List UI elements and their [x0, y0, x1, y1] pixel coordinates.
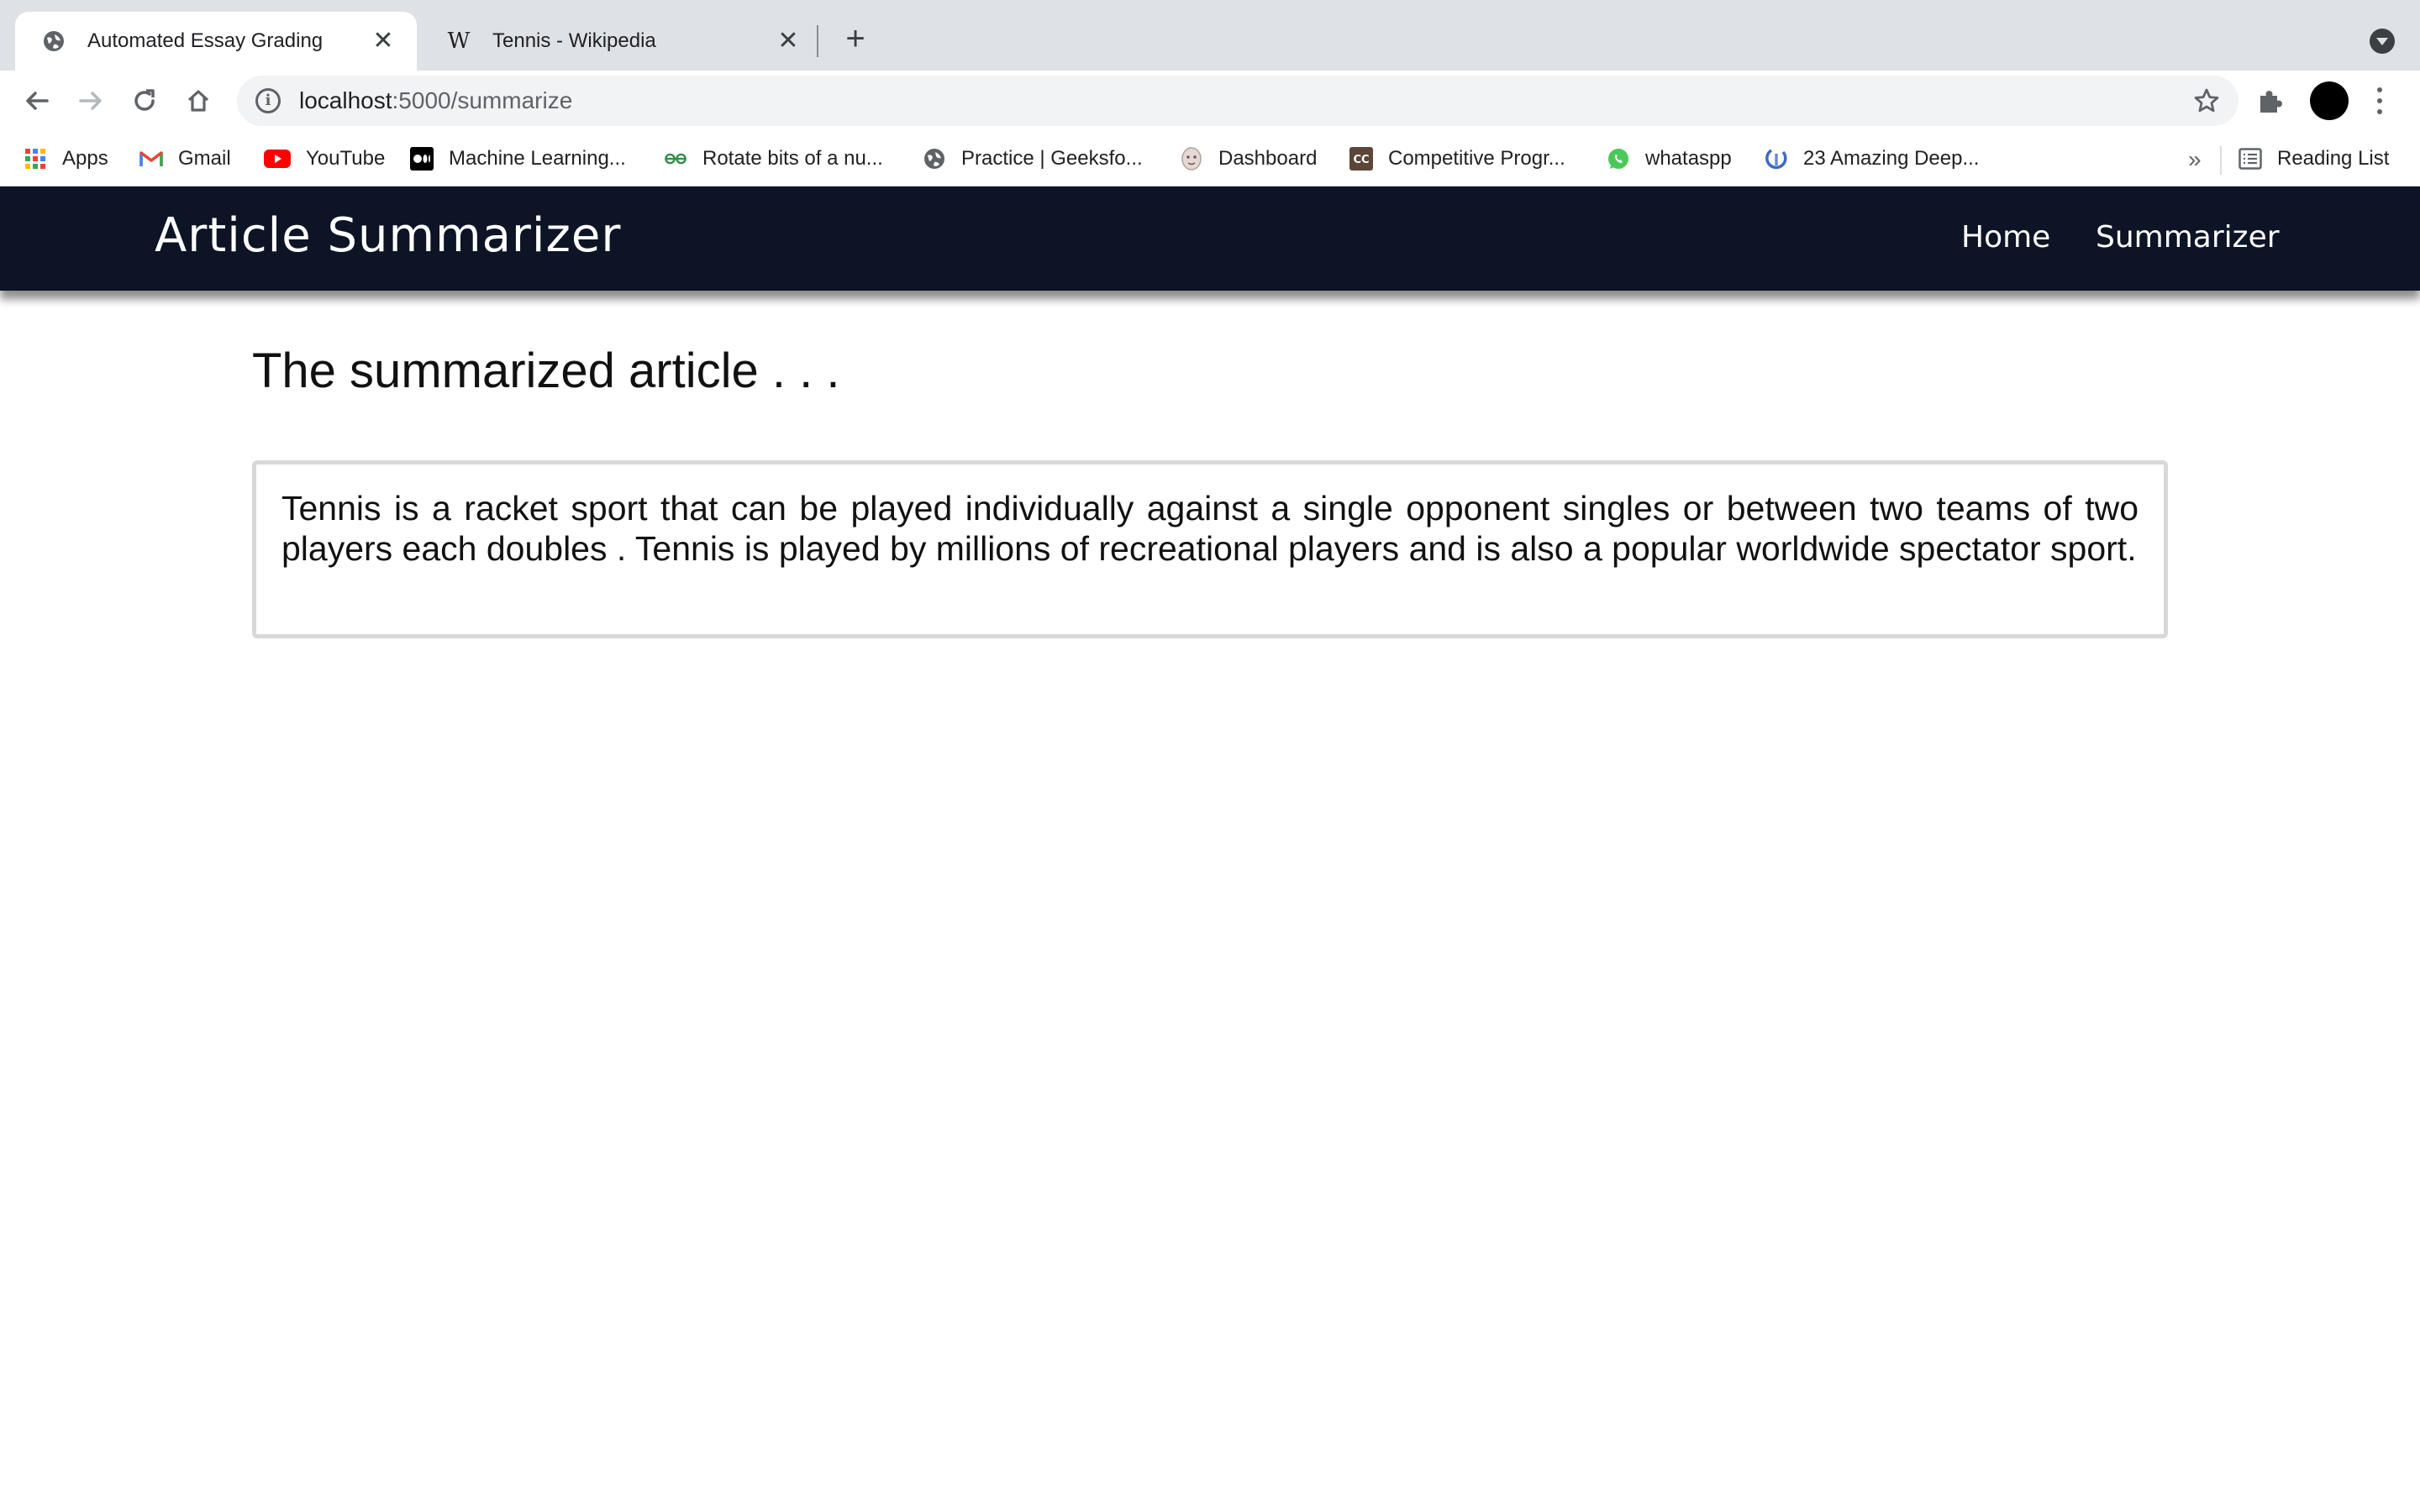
tab-separator: [817, 25, 818, 57]
browser-tab-strip: Automated Essay Grading ✕ W Tennis - Wik…: [0, 0, 2420, 71]
reading-list-label: Reading List: [2277, 147, 2390, 170]
url-path: :5000/summarize: [392, 87, 573, 113]
bookmark-whataspp[interactable]: whataspp: [1607, 143, 1732, 175]
nav-link-home[interactable]: Home: [1961, 220, 2050, 255]
bookmark-label: Competitive Progr...: [1388, 147, 1565, 170]
bookmark-apps[interactable]: Apps: [24, 143, 108, 175]
close-tab-icon[interactable]: ✕: [370, 29, 397, 54]
tab-title: Automated Essay Grading: [87, 29, 324, 52]
svg-text:CC: CC: [1353, 154, 1369, 166]
deep-learning-icon: [1765, 147, 1788, 171]
bookmark-dashboard[interactable]: Dashboard: [1180, 143, 1317, 175]
url-host: localhost: [299, 87, 392, 113]
tab-search-icon[interactable]: [2370, 29, 2395, 54]
bookmark-star-icon[interactable]: [2193, 87, 2220, 118]
browser-menu-icon[interactable]: [2371, 84, 2388, 118]
summary-text: Tennis is a racket sport that can be pla…: [281, 489, 2139, 568]
bookmarks-divider: [2220, 146, 2222, 175]
gmail-icon: [139, 147, 163, 171]
reload-icon: [134, 89, 155, 111]
extensions-puzzle-icon[interactable]: [2257, 87, 2286, 120]
bookmark-rotate-bits[interactable]: Rotate bits of a nu...: [664, 143, 883, 175]
browser-toolbar: i localhost:5000/summarize: [0, 71, 2420, 131]
summary-box: Tennis is a racket sport that can be pla…: [252, 460, 2168, 638]
bookmark-label: Apps: [62, 147, 108, 170]
globe-icon: [40, 28, 67, 55]
bookmark-label: Gmail: [178, 147, 231, 170]
bookmarks-overflow-button[interactable]: »: [2188, 146, 2202, 173]
bookmark-label: Rotate bits of a nu...: [702, 147, 883, 170]
bookmarks-bar: Apps Gmail YouTube Machine Learning... R…: [0, 131, 2420, 186]
bookmark-label: Dashboard: [1218, 147, 1318, 170]
home-button[interactable]: [180, 82, 217, 119]
page-heading: The summarized article . . .: [252, 344, 840, 398]
forward-button[interactable]: [72, 82, 109, 119]
geeksforgeeks-icon: [664, 147, 687, 171]
bookmark-label: Practice | Geeksfo...: [961, 147, 1143, 170]
bookmark-label: 23 Amazing Deep...: [1803, 147, 1980, 170]
medium-icon: [410, 147, 434, 171]
bookmark-machine-learning[interactable]: Machine Learning...: [410, 143, 626, 175]
back-button[interactable]: [18, 82, 55, 119]
bookmark-label: YouTube: [306, 147, 386, 170]
dashboard-avatar-icon: [1180, 147, 1203, 171]
apps-grid-icon: [24, 147, 47, 171]
home-icon: [187, 90, 209, 112]
codechef-icon: CC: [1349, 147, 1373, 171]
site-navbar: Article Summarizer Home Summarizer: [0, 186, 2420, 291]
profile-avatar[interactable]: [2310, 81, 2349, 120]
site-info-icon[interactable]: i: [255, 88, 281, 113]
youtube-icon: [264, 147, 291, 171]
site-brand[interactable]: Article Summarizer: [155, 208, 621, 263]
back-arrow-icon: [26, 92, 49, 110]
nav-link-summarizer[interactable]: Summarizer: [2096, 220, 2280, 255]
wikipedia-icon: W: [447, 29, 471, 54]
tab-automated-essay-grading[interactable]: Automated Essay Grading ✕: [15, 12, 417, 71]
bookmark-youtube[interactable]: YouTube: [264, 143, 385, 175]
bookmark-label: Machine Learning...: [449, 147, 626, 170]
whatsapp-icon: [1607, 147, 1630, 171]
reading-list-button[interactable]: Reading List: [2238, 143, 2389, 175]
address-bar[interactable]: i localhost:5000/summarize: [237, 76, 2238, 126]
new-tab-button[interactable]: +: [837, 22, 874, 59]
reload-button[interactable]: [126, 82, 163, 119]
bookmark-23-amazing-deep[interactable]: 23 Amazing Deep...: [1765, 143, 1979, 175]
reading-list-icon: [2238, 147, 2262, 171]
bookmark-practice-geeksforgeeks[interactable]: Practice | Geeksfo...: [923, 143, 1143, 175]
bookmark-competitive-programming[interactable]: CC Competitive Progr...: [1349, 143, 1565, 175]
bookmark-gmail[interactable]: Gmail: [139, 143, 231, 175]
bookmark-label: whataspp: [1645, 147, 1732, 170]
tab-title: Tennis - Wikipedia: [492, 29, 656, 52]
tab-tennis-wikipedia[interactable]: W Tennis - Wikipedia ✕: [420, 12, 822, 71]
globe-icon: [923, 147, 946, 171]
close-tab-icon[interactable]: ✕: [775, 29, 802, 54]
forward-arrow-icon: [79, 92, 102, 110]
